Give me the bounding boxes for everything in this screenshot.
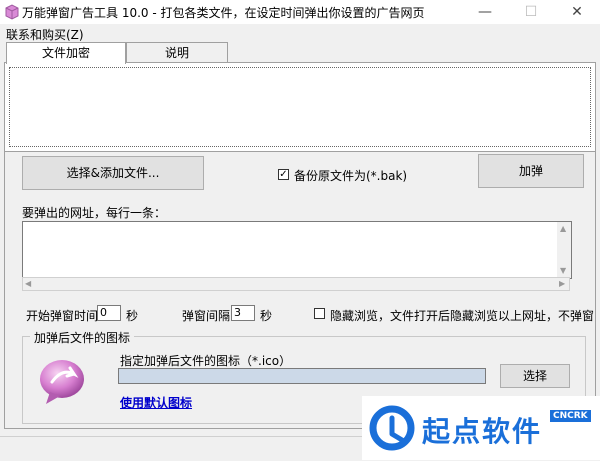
hidden-browse-label: 隐藏浏览，文件打开后隐藏浏览以上网址，不弹窗 [330,309,595,323]
watermark-text: 起点软件 [422,415,543,448]
icon-path-input[interactable] [118,368,486,384]
scroll-right-icon[interactable]: ▶ [559,279,565,288]
tab-file-encrypt[interactable]: 文件加密 [6,42,126,64]
select-add-files-button[interactable]: 选择&添加文件... [22,156,204,190]
start-time-label: 开始弹窗时间 [26,309,99,323]
choose-icon-button[interactable]: 选择 [500,364,570,388]
icon-field-label: 指定加弹后文件的图标（*.ico） [120,354,292,368]
chat-bubble-icon [40,360,84,404]
app-icon [5,4,19,20]
watermark-sub: CNCRK [550,410,591,422]
maximize-button[interactable]: ☐ [508,0,554,24]
menu-contact-purchase[interactable]: 联系和购买(Z) [6,26,84,43]
close-button[interactable]: ✕ [554,0,600,24]
start-time-unit: 秒 [126,309,139,323]
backup-checkbox[interactable]: ✓ [278,169,289,180]
url-textarea[interactable]: ▲ ▼ [22,221,572,279]
horizontal-scrollbar[interactable]: ◀ ▶ [22,277,570,291]
file-list[interactable] [9,67,591,147]
backup-label: 备份原文件为(*.bak) [294,169,408,183]
scroll-left-icon[interactable]: ◀ [25,279,31,288]
interval-label: 弹窗间隔 [182,309,231,323]
icon-group-title: 加弹后文件的图标 [30,329,135,346]
tab-instructions[interactable]: 说明 [126,42,228,63]
hidden-browse-checkbox[interactable] [314,308,325,319]
menu-bar: 联系和购买(Z) [0,24,600,42]
minimize-button[interactable]: — [462,0,508,24]
window-title: 万能弹窗广告工具 10.0 - 打包各类文件，在设定时间弹出你设置的广告网页 [22,6,425,20]
vertical-scrollbar[interactable]: ▲ ▼ [557,222,571,278]
url-section-label: 要弹出的网址，每行一条： [22,206,167,220]
title-bar: 万能弹窗广告工具 10.0 - 打包各类文件，在设定时间弹出你设置的广告网页 —… [0,0,600,24]
use-default-icon-link[interactable]: 使用默认图标 [120,394,192,411]
start-time-input[interactable]: 0 [97,305,121,321]
add-popup-button[interactable]: 加弹 [478,154,584,188]
watermark-logo-icon [369,405,415,451]
check-mark-icon: ✓ [279,169,288,180]
interval-unit: 秒 [260,309,273,323]
tab-panel [4,62,596,152]
watermark: 起点软件 CNCRK [362,396,600,460]
interval-input[interactable]: 3 [231,305,255,321]
scroll-down-icon[interactable]: ▼ [560,266,566,275]
scroll-up-icon[interactable]: ▲ [560,224,566,233]
